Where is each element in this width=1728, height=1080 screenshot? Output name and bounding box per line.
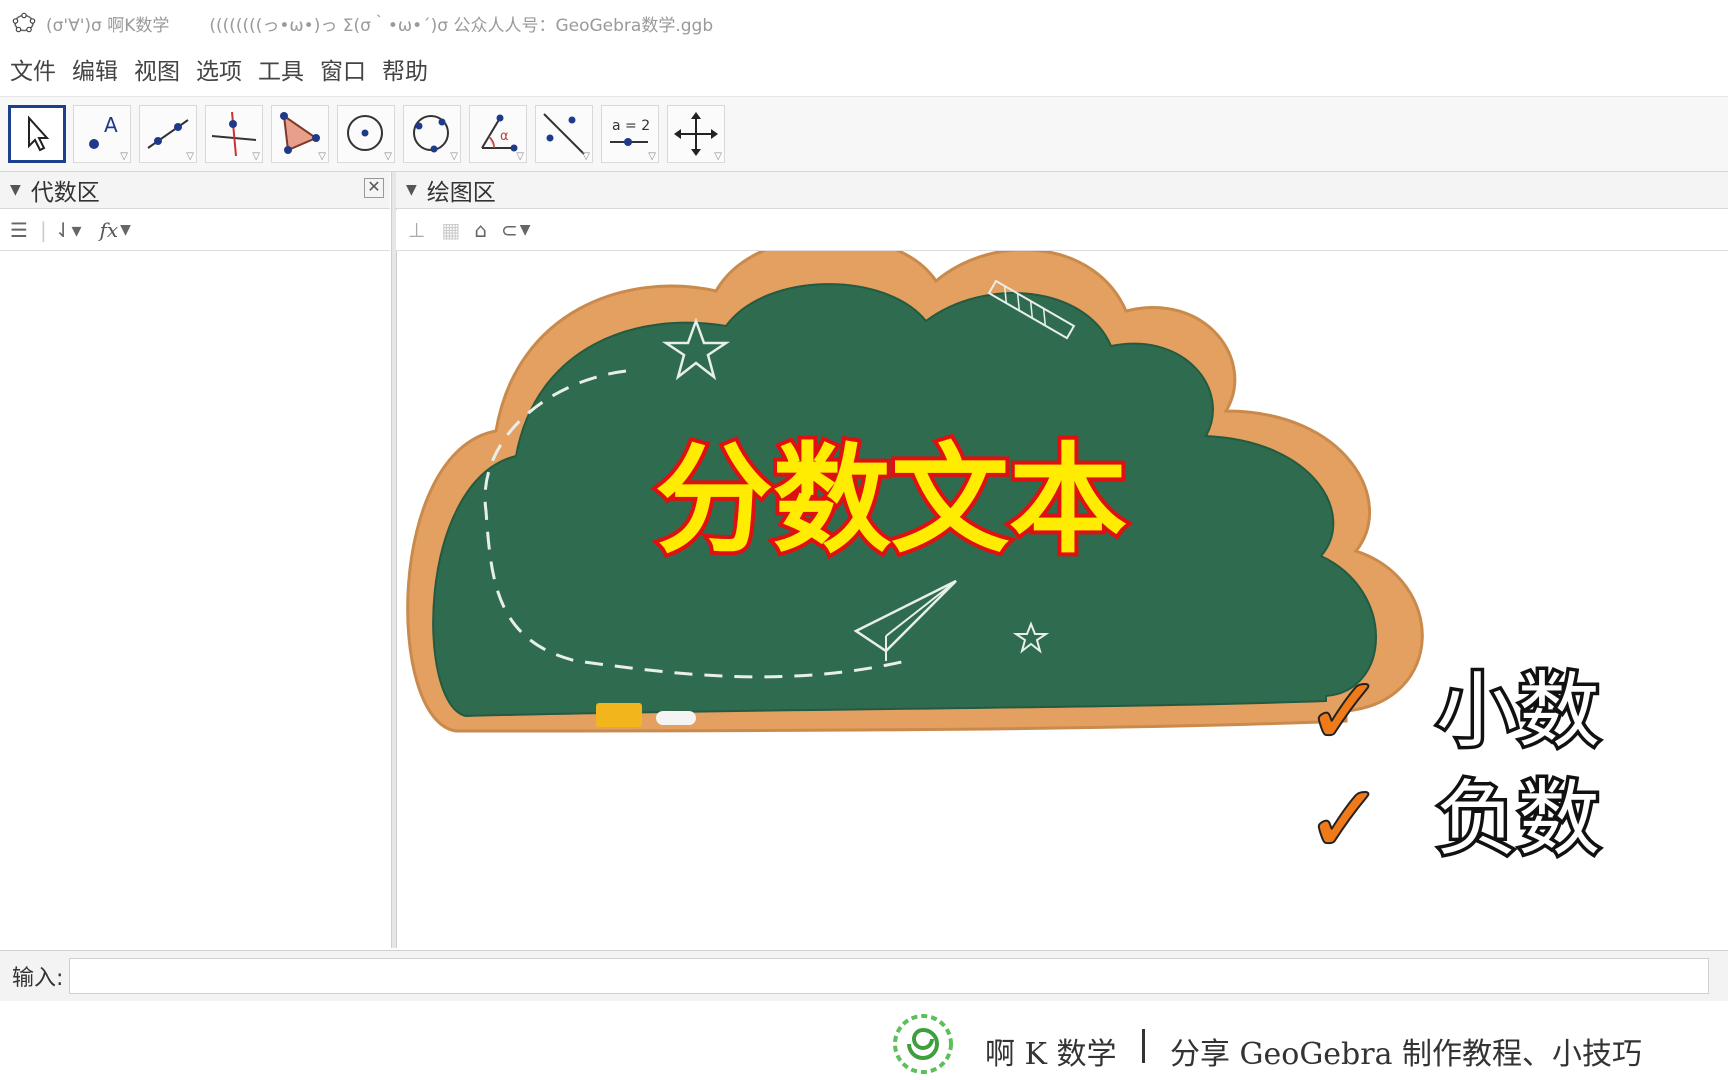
input-label: 输入: (12, 966, 64, 991)
graphics-canvas[interactable]: 分数文本 ✓ 小数 ✓ 负数 (396, 251, 1728, 948)
circle-center-tool-button[interactable]: ▽ (337, 105, 395, 163)
swirl-logo-icon (893, 1014, 953, 1074)
move-tool-icon (28, 115, 50, 152)
check-mark-icon: ✓ (1306, 766, 1383, 873)
tool-menu-arrow-icon: ▽ (252, 151, 260, 162)
check-label-negative: 负数 (1436, 772, 1600, 867)
show-auxiliary-icon[interactable]: ☰ (10, 218, 28, 242)
fx-dropdown[interactable]: fx (99, 218, 118, 242)
window-title-right: ((((((((っ•ω•)っ Σ(σ｀•ω•´)σ 公众人人号：GeoGebra… (209, 15, 714, 36)
home-icon[interactable]: ⌂ (474, 218, 487, 242)
menu-help[interactable]: 帮助 (380, 52, 430, 86)
close-icon[interactable]: ✕ (364, 178, 384, 198)
menu-tools[interactable]: 工具 (256, 52, 306, 86)
slider-tool-button[interactable]: a = 2 ▽ (601, 105, 659, 163)
axes-toggle-icon[interactable]: ⊥ (408, 218, 425, 242)
tool-menu-arrow-icon: ▽ (318, 151, 326, 162)
circle-three-points-tool-button[interactable]: ▽ (403, 105, 461, 163)
chalkboard-graphic: 分数文本 ✓ 小数 ✓ 负数 (406, 251, 1604, 875)
grid-toggle-icon[interactable]: ▦ (441, 218, 460, 242)
move-tool-button[interactable] (8, 105, 66, 163)
check-item-negative: ✓ 负数 (1304, 764, 1604, 875)
graphics-panel-title: 绘图区 (426, 180, 496, 206)
footer-watermark: 啊 K 数学 分享 GeoGebra 制作教程、小技巧 (0, 1001, 1728, 1080)
point-tool-button[interactable]: A ▽ (73, 105, 131, 163)
title-bar: (σ'∀')σ 啊K数学 ((((((((っ•ω•)っ Σ(σ｀•ω•´)σ 公… (0, 0, 1728, 46)
chevron-down-icon[interactable]: ▼ (520, 222, 531, 238)
toolbar: A ▽ ▽ ▽ ▽ ▽ ▽ α ▽ ▽ a = 2 ▽ ▽ (0, 96, 1728, 172)
window-title-left: (σ'∀')σ 啊K数学 (46, 15, 170, 36)
tool-menu-arrow-icon: ▽ (450, 151, 458, 162)
check-item-decimal: ✓ 小数 (1304, 656, 1604, 767)
check-label-decimal: 小数 (1436, 664, 1600, 759)
tool-menu-arrow-icon: ▽ (120, 151, 128, 162)
chevron-down-icon[interactable]: ▼ (120, 222, 131, 238)
tool-menu-arrow-icon: ▽ (186, 151, 194, 162)
algebra-panel-header: ▼ 代数区 ✕ (0, 172, 390, 209)
algebra-panel-title: 代数区 (30, 180, 100, 206)
check-mark-icon: ✓ (1306, 658, 1383, 765)
tool-menu-arrow-icon: ▽ (516, 151, 524, 162)
angle-tool-label: α (500, 129, 509, 144)
command-input[interactable] (69, 958, 1710, 994)
tool-menu-arrow-icon: ▽ (714, 151, 722, 162)
tool-menu-arrow-icon: ▽ (582, 151, 590, 162)
footer-separator (1142, 1029, 1145, 1063)
collapse-arrow-icon[interactable]: ▼ (10, 182, 21, 198)
input-bar: 输入: (0, 950, 1728, 1002)
graphics-panel-header: ▼ 绘图区 (396, 172, 1728, 209)
geogebra-logo-icon (12, 12, 36, 33)
menu-window[interactable]: 窗口 (318, 52, 368, 86)
polygon-tool-button[interactable]: ▽ (271, 105, 329, 163)
menu-bar: 文件 编辑 视图 选项 工具 窗口 帮助 (0, 46, 1728, 92)
separator: | (39, 218, 47, 242)
reflect-tool-button[interactable]: ▽ (535, 105, 593, 163)
perpendicular-line-tool-button[interactable]: ▽ (205, 105, 263, 163)
line-tool-button[interactable]: ▽ (139, 105, 197, 163)
angle-tool-button[interactable]: α ▽ (469, 105, 527, 163)
menu-edit[interactable]: 编辑 (70, 52, 120, 86)
menu-view[interactable]: 视图 (132, 52, 182, 86)
overlay-title: 分数文本 (655, 431, 1127, 569)
footer-slogan: 分享 GeoGebra 制作教程、小技巧 (1170, 1037, 1643, 1072)
menu-file[interactable]: 文件 (8, 52, 58, 86)
menu-options[interactable]: 选项 (194, 52, 244, 86)
move-graphics-view-tool-button[interactable]: ▽ (667, 105, 725, 163)
point-tool-label: A (104, 113, 118, 137)
eraser-icon (596, 703, 642, 727)
graphics-style-bar: ⊥ ▦ ⌂ ⊂ ▼ (396, 210, 1728, 251)
chalk-stick-icon (656, 711, 696, 725)
algebra-style-bar: ☰ | ⇃▾ fx ▼ (0, 210, 390, 251)
point-capture-icon[interactable]: ⊂ (501, 218, 518, 242)
collapse-arrow-icon[interactable]: ▼ (406, 182, 417, 198)
tool-menu-arrow-icon: ▽ (648, 151, 656, 162)
footer-brand: 啊 K 数学 (985, 1037, 1117, 1072)
slider-tool-label: a = 2 (612, 118, 650, 134)
sort-icon[interactable]: ⇃▾ (55, 218, 82, 242)
tool-menu-arrow-icon: ▽ (384, 151, 392, 162)
